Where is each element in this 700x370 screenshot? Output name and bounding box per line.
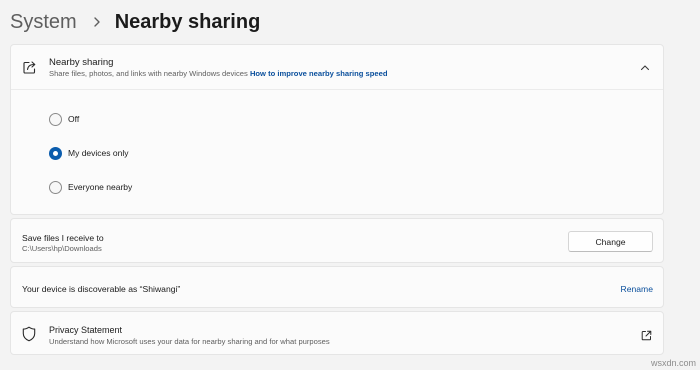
- discoverable-card: Your device is discoverable as “Shiwangi…: [10, 266, 664, 308]
- privacy-statement-title: Privacy Statement: [49, 325, 123, 335]
- nearby-sharing-description-text: Share files, photos, and links with near…: [49, 69, 248, 78]
- external-link-icon[interactable]: [641, 328, 652, 341]
- settings-page: System Nearby sharing Nearby sharing Sha…: [0, 0, 700, 370]
- watermark: wsxdn.com: [650, 358, 696, 368]
- privacy-statement-description: Understand how Microsoft uses your data …: [49, 337, 330, 346]
- radio-option-my-devices-only[interactable]: My devices only: [49, 145, 128, 161]
- nearby-sharing-title: Nearby sharing: [49, 57, 114, 68]
- nearby-sharing-description: Share files, photos, and links with near…: [49, 69, 388, 78]
- discoverable-text: Your device is discoverable as “Shiwangi…: [22, 284, 181, 294]
- radio-label: Everyone nearby: [68, 182, 133, 192]
- radio-option-everyone-nearby[interactable]: Everyone nearby: [49, 179, 132, 195]
- nearby-sharing-card: Nearby sharing Share files, photos, and …: [10, 44, 664, 215]
- chevron-up-icon[interactable]: [639, 61, 651, 73]
- shield-icon: [22, 326, 36, 342]
- save-files-title: Save files I receive to: [22, 233, 104, 243]
- radio-label: My devices only: [68, 148, 129, 158]
- radio-button[interactable]: [49, 180, 62, 194]
- improve-speed-link[interactable]: How to improve nearby sharing speed: [250, 69, 388, 78]
- nearby-sharing-header[interactable]: Nearby sharing Share files, photos, and …: [11, 45, 663, 90]
- save-files-path: C:\Users\hp\Downloads: [22, 244, 102, 253]
- radio-button[interactable]: [49, 112, 62, 126]
- breadcrumb: System Nearby sharing: [10, 6, 260, 38]
- share-icon: [22, 59, 38, 75]
- breadcrumb-system[interactable]: System: [10, 11, 77, 34]
- privacy-statement-card[interactable]: Privacy Statement Understand how Microso…: [10, 311, 664, 355]
- radio-option-off[interactable]: Off: [49, 111, 79, 127]
- radio-button-selected[interactable]: [49, 146, 62, 160]
- radio-label: Off: [68, 114, 80, 124]
- change-button[interactable]: Change: [568, 231, 653, 252]
- page-title: Nearby sharing: [114, 10, 261, 33]
- chevron-right-icon: [93, 17, 101, 27]
- save-files-card: Save files I receive to C:\Users\hp\Down…: [10, 218, 664, 263]
- rename-link[interactable]: Rename: [621, 284, 653, 294]
